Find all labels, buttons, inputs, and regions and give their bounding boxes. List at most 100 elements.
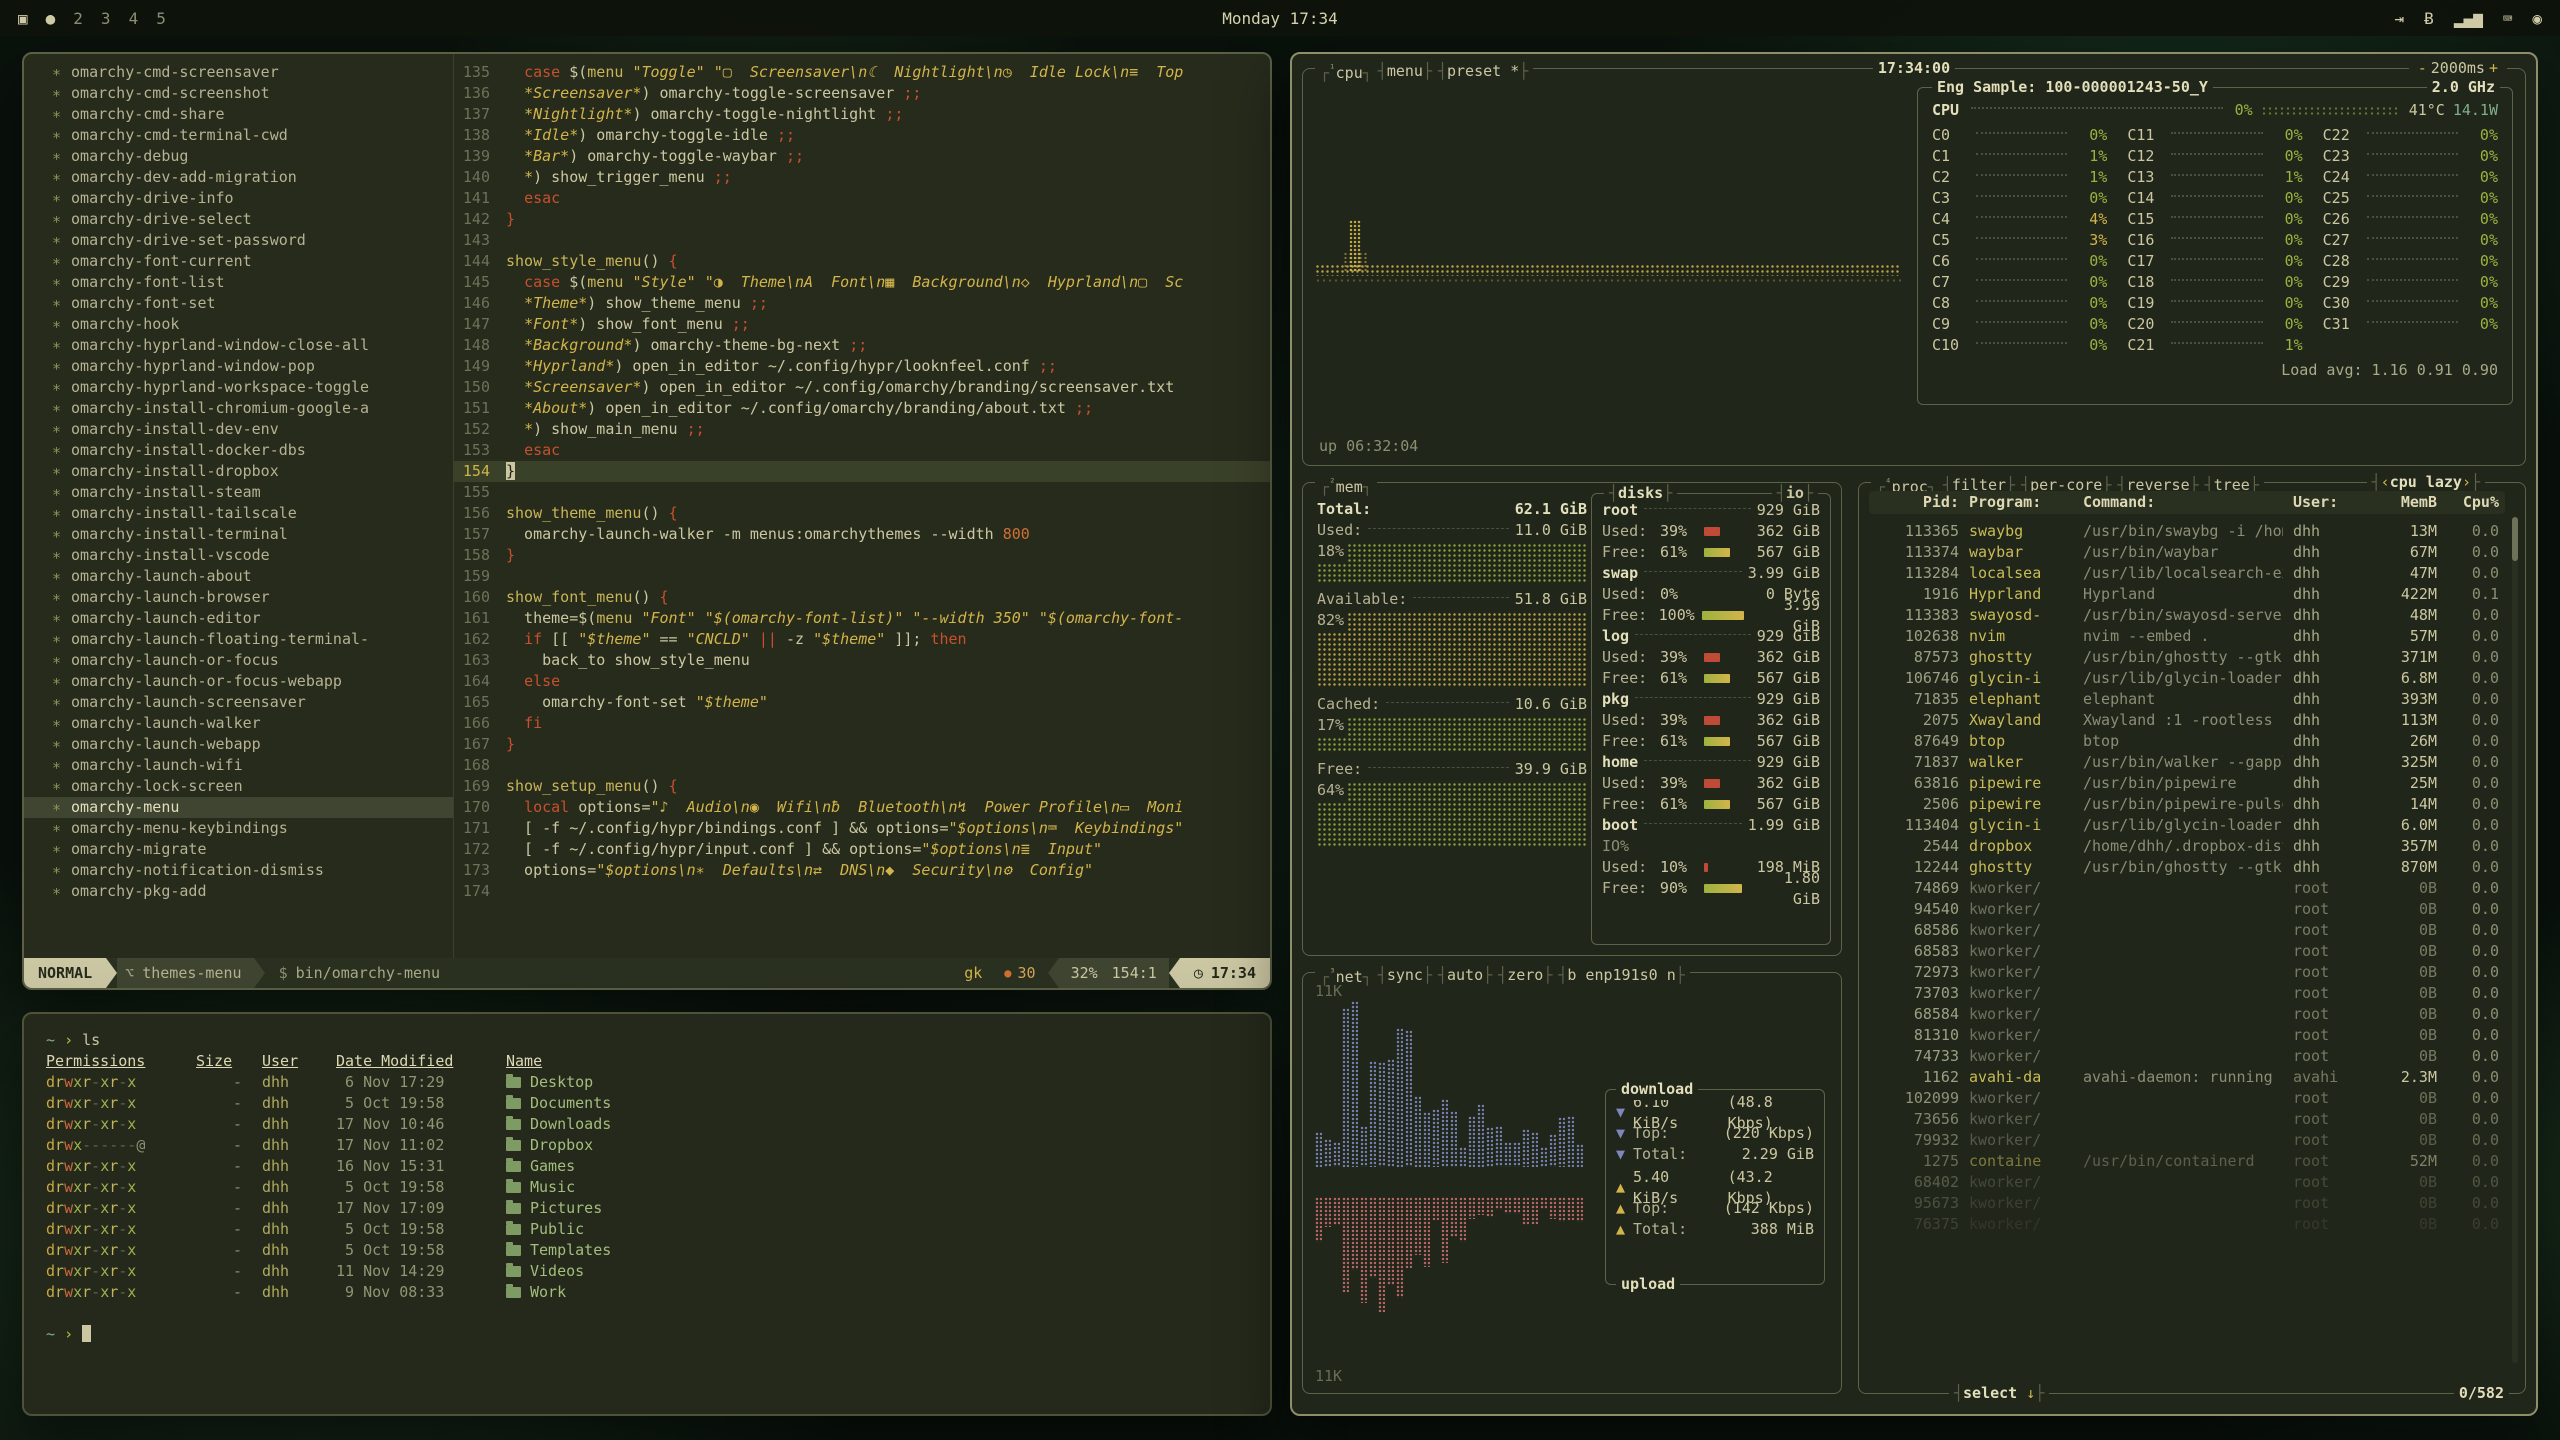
file-item[interactable]: ∗omarchy-launch-about	[24, 566, 453, 587]
code-line[interactable]: 150 *Screensaver*) open_in_editor ~/.con…	[454, 377, 1270, 398]
chart-icon[interactable]: ▂▄▆	[2454, 8, 2483, 29]
process-row[interactable]: 68583kworker/root0B0.0	[1869, 941, 2505, 962]
bluetooth-icon[interactable]: Ƀ	[2424, 8, 2434, 29]
file-item[interactable]: ∗omarchy-launch-floating-terminal-	[24, 629, 453, 650]
directory-name[interactable]: Public	[506, 1219, 1248, 1240]
process-row[interactable]: 1275containe/usr/bin/containerdroot52M0.…	[1869, 1151, 2505, 1172]
process-row[interactable]: 94540kworker/root0B0.0	[1869, 899, 2505, 920]
file-item[interactable]: ∗omarchy-migrate	[24, 839, 453, 860]
file-item[interactable]: ∗omarchy-install-chromium-google-a	[24, 398, 453, 419]
process-row[interactable]: 73656kworker/root0B0.0	[1869, 1109, 2505, 1130]
update-interval-control[interactable]: -2000ms+	[2409, 58, 2507, 79]
file-item[interactable]: ∗omarchy-cmd-screenshot	[24, 83, 453, 104]
file-item[interactable]: ∗omarchy-hyprland-workspace-toggle	[24, 377, 453, 398]
directory-name[interactable]: Games	[506, 1156, 1248, 1177]
sync-button[interactable]: ┤sync├	[1378, 965, 1432, 986]
process-row[interactable]: 113383swayosd-/usr/bin/swayosd-serverdhh…	[1869, 605, 2505, 626]
preset-button[interactable]: ┤preset *├	[1438, 61, 1528, 82]
code-line[interactable]: 153 esac	[454, 440, 1270, 461]
file-item[interactable]: ∗omarchy-menu	[24, 797, 453, 818]
code-line[interactable]: 156show_theme_menu() {	[454, 503, 1270, 524]
workspace-2[interactable]: 2	[73, 8, 83, 29]
code-line[interactable]: 137 *Nightlight*) omarchy-toggle-nightli…	[454, 104, 1270, 125]
process-row[interactable]: 1162avahi-daavahi-daemon: running [avahi…	[1869, 1067, 2505, 1088]
process-row[interactable]: 113365swaybg/usr/bin/swaybg -i /homdhh13…	[1869, 521, 2505, 542]
keyboard-icon[interactable]: ⌨	[2503, 8, 2513, 29]
process-row[interactable]: 81310kworker/root0B0.0	[1869, 1025, 2505, 1046]
workspace-5[interactable]: 5	[156, 8, 166, 29]
directory-name[interactable]: Work	[506, 1282, 1248, 1303]
code-line[interactable]: 147 *Font*) show_font_menu ;;	[454, 314, 1270, 335]
file-item[interactable]: ∗omarchy-launch-or-focus-webapp	[24, 671, 453, 692]
terminal-output[interactable]: ~ › ls PermissionsSizeUserDate ModifiedN…	[24, 1014, 1270, 1361]
code-line[interactable]: 163 back_to show_style_menu	[454, 650, 1270, 671]
process-row[interactable]: 72973kworker/root0B0.0	[1869, 962, 2505, 983]
power-icon[interactable]: ◉	[2532, 8, 2542, 29]
directory-name[interactable]: Music	[506, 1177, 1248, 1198]
process-row[interactable]: 113404glycin-i/usr/lib/glycin-loadersdhh…	[1869, 815, 2505, 836]
file-item[interactable]: ∗omarchy-pkg-add	[24, 881, 453, 902]
code-line[interactable]: 159	[454, 566, 1270, 587]
code-line[interactable]: 141 esac	[454, 188, 1270, 209]
code-editor[interactable]: 135 case $(menu "Toggle" "▢ Screensaver\…	[454, 54, 1270, 958]
file-item[interactable]: ∗omarchy-install-docker-dbs	[24, 440, 453, 461]
file-item[interactable]: ∗omarchy-drive-info	[24, 188, 453, 209]
directory-name[interactable]: Videos	[506, 1261, 1248, 1282]
process-row[interactable]: 2075XwaylandXwayland :1 -rootless -dhh11…	[1869, 710, 2505, 731]
code-line[interactable]: 168	[454, 755, 1270, 776]
code-line[interactable]: 152 *) show_main_menu ;;	[454, 419, 1270, 440]
process-scrollbar[interactable]	[2512, 517, 2518, 1363]
code-line[interactable]: 169show_setup_menu() {	[454, 776, 1270, 797]
process-row[interactable]: 2506pipewire/usr/bin/pipewire-pulsedhh14…	[1869, 794, 2505, 815]
file-item[interactable]: ∗omarchy-launch-walker	[24, 713, 453, 734]
file-item[interactable]: ∗omarchy-notification-dismiss	[24, 860, 453, 881]
proc-column-command[interactable]: Command:	[2083, 492, 2283, 513]
code-line[interactable]: 140 *) show_trigger_menu ;;	[454, 167, 1270, 188]
code-line[interactable]: 158}	[454, 545, 1270, 566]
file-item[interactable]: ∗omarchy-launch-screensaver	[24, 692, 453, 713]
file-item[interactable]: ∗omarchy-install-vscode	[24, 545, 453, 566]
code-line[interactable]: 164 else	[454, 671, 1270, 692]
code-line[interactable]: 165 omarchy-font-set "$theme"	[454, 692, 1270, 713]
file-item[interactable]: ∗omarchy-launch-or-focus	[24, 650, 453, 671]
directory-name[interactable]: Desktop	[506, 1072, 1248, 1093]
interval-plus-button[interactable]: +	[2485, 58, 2502, 79]
code-line[interactable]: 173 options="$options\n∗ Defaults\n⇄ DNS…	[454, 860, 1270, 881]
file-item[interactable]: ∗omarchy-font-set	[24, 293, 453, 314]
directory-name[interactable]: Templates	[506, 1240, 1248, 1261]
interval-minus-button[interactable]: -	[2414, 58, 2431, 79]
process-row[interactable]: 71835elephantelephantdhh393M0.0	[1869, 689, 2505, 710]
process-row[interactable]: 87573ghostty/usr/bin/ghostty --gtk-dhh37…	[1869, 647, 2505, 668]
file-item[interactable]: ∗omarchy-font-list	[24, 272, 453, 293]
code-line[interactable]: 174	[454, 881, 1270, 902]
process-row[interactable]: 68586kworker/root0B0.0	[1869, 920, 2505, 941]
code-line[interactable]: 166 fi	[454, 713, 1270, 734]
process-row[interactable]: 68584kworker/root0B0.0	[1869, 1004, 2505, 1025]
process-row[interactable]: 73703kworker/root0B0.0	[1869, 983, 2505, 1004]
file-item[interactable]: ∗omarchy-cmd-share	[24, 104, 453, 125]
file-item[interactable]: ∗omarchy-install-dev-env	[24, 419, 453, 440]
process-table-header[interactable]: Pid:Program:Command:User:MemBCpu%	[1869, 491, 2505, 514]
file-item[interactable]: ∗omarchy-lock-screen	[24, 776, 453, 797]
menu-button[interactable]: ┤menu├	[1378, 61, 1432, 82]
process-row[interactable]: 102099kworker/root0B0.0	[1869, 1088, 2505, 1109]
code-line[interactable]: 154}	[454, 461, 1270, 482]
app-icon[interactable]: ▣	[18, 8, 28, 29]
file-item[interactable]: ∗omarchy-cmd-terminal-cwd	[24, 125, 453, 146]
auto-button[interactable]: ┤auto├	[1438, 965, 1492, 986]
code-line[interactable]: 143	[454, 230, 1270, 251]
process-row[interactable]: 63816pipewire/usr/bin/pipewiredhh25M0.0	[1869, 773, 2505, 794]
proc-column-memb[interactable]: MemB	[2367, 492, 2437, 513]
code-line[interactable]: 139 *Bar*) omarchy-toggle-waybar ;;	[454, 146, 1270, 167]
process-row[interactable]: 113374waybar/usr/bin/waybardhh67M0.0	[1869, 542, 2505, 563]
b-button[interactable]: ┤b enp191s0 n├	[1558, 965, 1684, 986]
workspace-3[interactable]: 3	[101, 8, 111, 29]
process-row[interactable]: 1916HyprlandHyprlanddhh422M0.1	[1869, 584, 2505, 605]
file-item[interactable]: ∗omarchy-install-terminal	[24, 524, 453, 545]
directory-name[interactable]: Dropbox	[506, 1135, 1248, 1156]
zero-button[interactable]: ┤zero├	[1498, 965, 1552, 986]
code-line[interactable]: 142}	[454, 209, 1270, 230]
code-line[interactable]: 144show_style_menu() {	[454, 251, 1270, 272]
io-toggle-button[interactable]: ┤io├	[1772, 483, 1818, 504]
code-line[interactable]: 151 *About*) open_in_editor ~/.config/om…	[454, 398, 1270, 419]
